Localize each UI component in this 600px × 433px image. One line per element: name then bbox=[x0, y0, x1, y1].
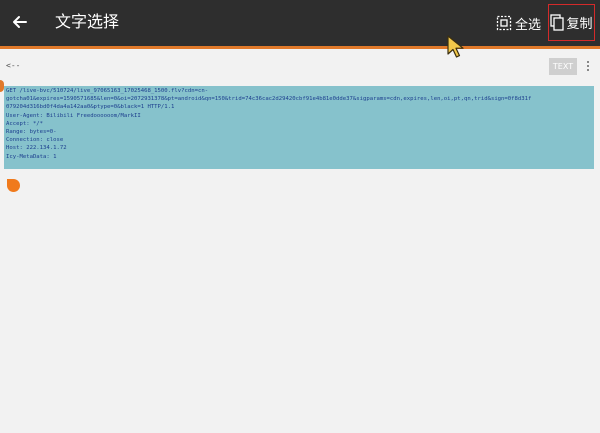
arrow-left-icon bbox=[13, 16, 27, 28]
select-all-label: 全选 bbox=[515, 17, 542, 33]
selection-end-handle[interactable] bbox=[7, 179, 20, 192]
copy-icon bbox=[550, 14, 565, 31]
request-line: gotcha01&expires=1590571685&len=0&oi=207… bbox=[6, 96, 532, 103]
header-line: Range: bytes=0- bbox=[6, 129, 57, 136]
more-vertical-icon[interactable] bbox=[584, 60, 592, 74]
header-line: User-Agent: Bilibili Freedoooooom/MarkII bbox=[6, 112, 141, 119]
header-line: Accept: */* bbox=[6, 120, 44, 127]
request-line: 079204d316bd0f4da4a142aa0&ptype=0&black=… bbox=[6, 104, 175, 111]
text-mode-button[interactable]: TEXT bbox=[549, 58, 577, 75]
top-app-bar: 文字选择 全选 复制 bbox=[0, 0, 600, 49]
header-line: Connection: close bbox=[6, 137, 64, 144]
mouse-cursor-icon bbox=[447, 35, 464, 58]
page-title: 文字选择 bbox=[55, 12, 120, 31]
header-line: Host: 222.134.1.72 bbox=[6, 145, 67, 152]
document-back-link[interactable]: <-- bbox=[6, 61, 20, 70]
copy-button[interactable]: 复制 bbox=[548, 4, 595, 41]
select-all-button[interactable]: 全选 bbox=[496, 13, 541, 33]
request-line: GET /live-bvc/510724/live_97065163_17025… bbox=[6, 88, 209, 94]
copy-label: 复制 bbox=[566, 17, 593, 32]
back-button[interactable] bbox=[6, 8, 34, 36]
header-line: Icy-MetaData: 1 bbox=[6, 153, 57, 160]
select-all-icon bbox=[496, 15, 512, 31]
accent-divider bbox=[0, 46, 600, 49]
http-request-text[interactable]: GET /live-bvc/510724/live_97065163_17025… bbox=[6, 87, 592, 161]
